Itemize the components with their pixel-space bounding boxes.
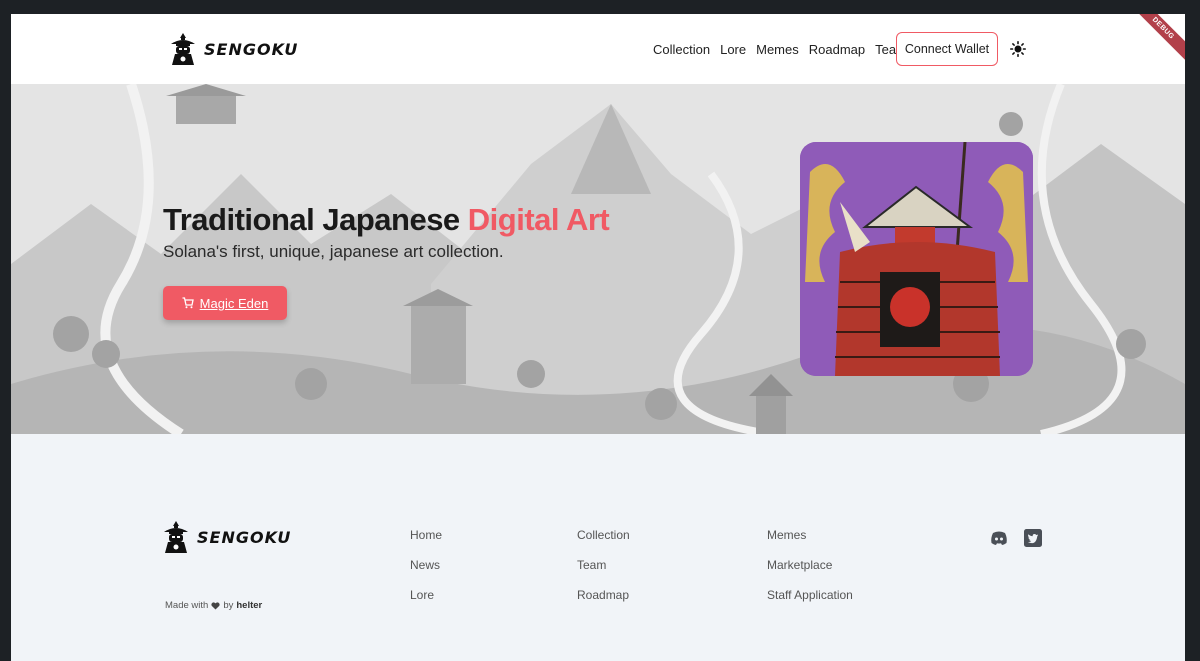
footer-link-staff-application[interactable]: Staff Application <box>767 588 853 602</box>
site-footer: SENGOKU Made with by helter Home News Lo… <box>11 434 1185 661</box>
cart-icon <box>182 297 194 309</box>
samurai-artwork-image <box>800 142 1033 376</box>
samurai-logo-icon <box>171 33 195 65</box>
twitter-link[interactable] <box>1024 529 1042 547</box>
sun-icon <box>1010 41 1026 57</box>
samurai-artwork <box>800 142 1033 376</box>
made-with-by: by <box>223 600 234 611</box>
footer-link-lore[interactable]: Lore <box>410 588 442 602</box>
made-with-credit: Made with by helter <box>165 600 262 611</box>
heart-icon <box>211 601 220 610</box>
twitter-icon <box>1024 529 1042 547</box>
nav-lore[interactable]: Lore <box>720 42 746 57</box>
magic-eden-button[interactable]: Magic Eden <box>163 286 287 320</box>
hero-title: Traditional Japanese Digital Art <box>163 202 610 238</box>
footer-link-team[interactable]: Team <box>577 558 630 572</box>
discord-icon <box>991 531 1007 545</box>
hero-subtitle: Solana's first, unique, japanese art col… <box>163 242 504 261</box>
hero-title-main: Traditional Japanese <box>163 202 468 237</box>
footer-column-3: Memes Marketplace Staff Application <box>767 528 853 602</box>
nav-memes[interactable]: Memes <box>756 42 799 57</box>
discord-link[interactable] <box>990 529 1008 547</box>
footer-link-home[interactable]: Home <box>410 528 442 542</box>
brand-logo[interactable]: SENGOKU <box>168 31 298 67</box>
magic-eden-label: Magic Eden <box>199 295 269 311</box>
connect-wallet-button[interactable]: Connect Wallet <box>896 32 998 66</box>
hero-title-accent: Digital Art <box>467 202 610 237</box>
author-link[interactable]: helter <box>236 600 262 611</box>
site-header: SENGOKU Collection Lore Memes Roadmap Te… <box>11 14 1185 84</box>
footer-column-1: Home News Lore <box>410 528 442 602</box>
theme-toggle-button[interactable] <box>1008 39 1028 59</box>
main-nav: Collection Lore Memes Roadmap Team <box>653 32 907 66</box>
footer-brand-logo[interactable]: SENGOKU <box>161 519 291 555</box>
debug-ribbon: DEBUG <box>1123 14 1185 69</box>
brand-name: SENGOKU <box>204 39 299 59</box>
browser-viewport: SENGOKU Collection Lore Memes Roadmap Te… <box>11 14 1185 661</box>
nav-roadmap[interactable]: Roadmap <box>809 42 865 57</box>
footer-column-2: Collection Team Roadmap <box>577 528 630 602</box>
hero-section: Traditional Japanese Digital Art Solana'… <box>11 84 1185 434</box>
footer-link-collection[interactable]: Collection <box>577 528 630 542</box>
footer-link-roadmap[interactable]: Roadmap <box>577 588 630 602</box>
samurai-logo-icon <box>164 521 188 553</box>
footer-link-memes[interactable]: Memes <box>767 528 853 542</box>
footer-brand-name: SENGOKU <box>197 527 292 547</box>
made-with-text: Made with <box>165 600 209 611</box>
footer-link-news[interactable]: News <box>410 558 442 572</box>
nav-collection[interactable]: Collection <box>653 42 710 57</box>
footer-link-marketplace[interactable]: Marketplace <box>767 558 853 572</box>
